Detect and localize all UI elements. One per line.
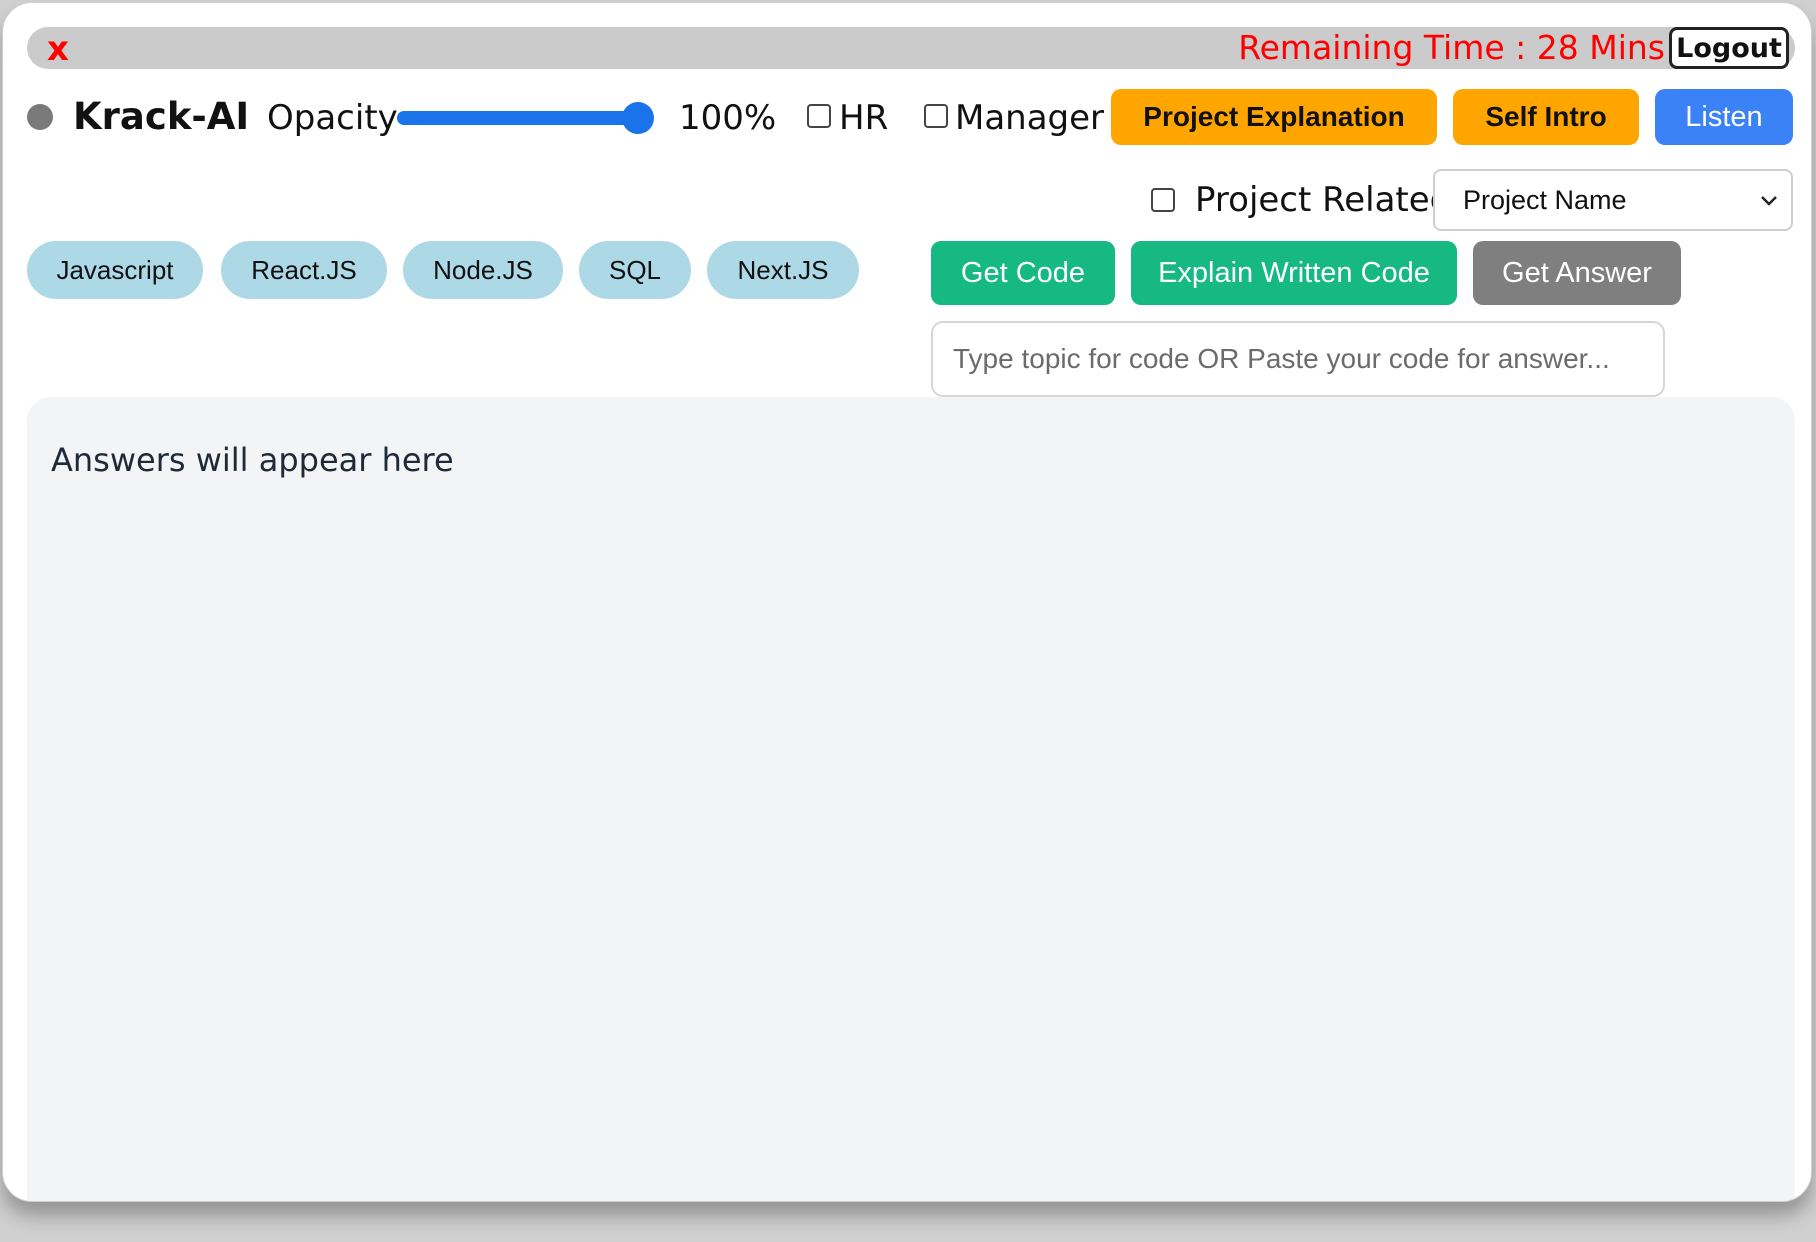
topic-javascript[interactable]: Javascript bbox=[27, 241, 203, 299]
get-answer-button[interactable]: Get Answer bbox=[1473, 241, 1681, 305]
app-window: x Remaining Time : 28 Mins Logout Krack-… bbox=[2, 2, 1812, 1202]
project-name-select-value: Project Name bbox=[1463, 185, 1627, 215]
manager-checkbox[interactable] bbox=[924, 104, 948, 128]
opacity-slider-thumb[interactable] bbox=[622, 102, 654, 134]
explain-written-code-button[interactable]: Explain Written Code bbox=[1131, 241, 1457, 305]
opacity-value: 100% bbox=[679, 98, 777, 138]
manager-label: Manager bbox=[955, 98, 1105, 138]
project-related-label: Project Related bbox=[1195, 180, 1452, 220]
topic-sql[interactable]: SQL bbox=[579, 241, 691, 299]
hr-checkbox[interactable] bbox=[807, 104, 831, 128]
opacity-label: Opacity bbox=[267, 98, 398, 138]
topic-next[interactable]: Next.JS bbox=[707, 241, 859, 299]
title-bar[interactable]: x Remaining Time : 28 Mins Logout bbox=[27, 27, 1795, 69]
answers-placeholder: Answers will appear here bbox=[51, 441, 454, 479]
answers-panel: Answers will appear here bbox=[27, 397, 1795, 1201]
toolbar: Krack-AI Opacity 100% HR Manager Project… bbox=[3, 87, 1811, 147]
chevron-down-icon bbox=[1761, 196, 1777, 206]
app-brand: Krack-AI bbox=[73, 95, 250, 138]
opacity-slider[interactable] bbox=[397, 111, 645, 125]
logout-button[interactable]: Logout bbox=[1669, 27, 1789, 69]
self-intro-button[interactable]: Self Intro bbox=[1453, 89, 1639, 145]
project-name-select[interactable]: Project Name bbox=[1433, 169, 1793, 231]
get-code-button[interactable]: Get Code bbox=[931, 241, 1115, 305]
project-explanation-button[interactable]: Project Explanation bbox=[1111, 89, 1437, 145]
topic-react[interactable]: React.JS bbox=[221, 241, 387, 299]
topic-or-code-input[interactable] bbox=[931, 321, 1665, 397]
project-row: Project Related Project Name bbox=[3, 169, 1811, 231]
hr-label: HR bbox=[839, 98, 889, 138]
screen-background: x Remaining Time : 28 Mins Logout Krack-… bbox=[0, 0, 1816, 1242]
close-icon[interactable]: x bbox=[47, 29, 69, 69]
topic-node[interactable]: Node.JS bbox=[403, 241, 563, 299]
project-related-checkbox[interactable] bbox=[1151, 188, 1175, 212]
remaining-time-text: Remaining Time : 28 Mins bbox=[1238, 28, 1665, 67]
status-dot bbox=[27, 104, 53, 130]
listen-button[interactable]: Listen bbox=[1655, 89, 1793, 145]
